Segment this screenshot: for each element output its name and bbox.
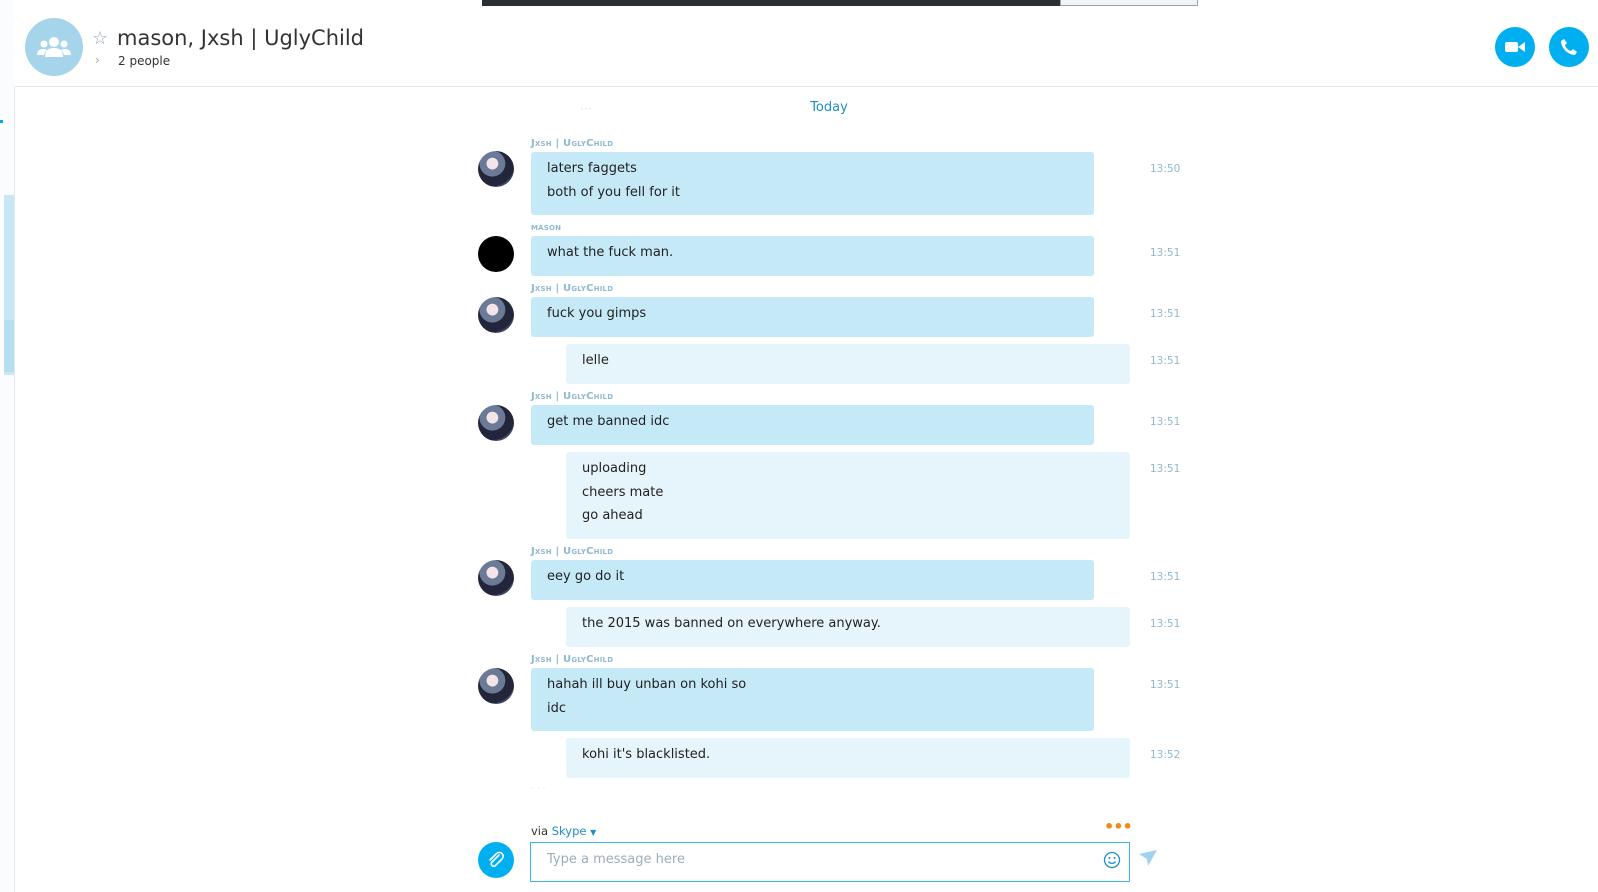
message-sender: Jxsh | UglyChild [531, 138, 614, 149]
faded-sender-label: · · · [531, 784, 546, 794]
date-divider: Today [810, 100, 848, 115]
incoming-message-bubble[interactable]: get me banned idc [531, 405, 1094, 445]
message-sender: Jxsh | UglyChild [531, 546, 614, 557]
message-timestamp: 13:51 [1150, 679, 1181, 691]
message-text: hahah ill buy unban on kohi so [547, 677, 747, 692]
message-text: get me banned idc [547, 414, 670, 429]
message-timestamp: 13:52 [1150, 749, 1181, 761]
emoji-icon[interactable] [1103, 851, 1121, 869]
message-text: idc [547, 700, 567, 716]
video-preview-bar[interactable] [482, 0, 1060, 6]
message-text: lelle [582, 353, 609, 368]
message-timestamp: 13:51 [1150, 571, 1181, 583]
message-input[interactable] [545, 851, 1089, 868]
sender-avatar[interactable] [478, 151, 514, 187]
dropdown-caret-icon: ▼ [590, 828, 597, 837]
sender-avatar[interactable] [478, 297, 514, 333]
group-avatar-icon [37, 37, 71, 57]
message-timestamp: 13:51 [1150, 416, 1181, 428]
message-text: what the fuck man. [547, 245, 674, 260]
participants-count[interactable]: 2 people [118, 54, 170, 68]
message-input-box [530, 842, 1130, 882]
message-timestamp: 13:51 [1150, 308, 1181, 320]
via-label: via Skype ▼ [531, 824, 597, 838]
message-timestamp: 13:50 [1150, 163, 1181, 175]
sender-avatar[interactable] [478, 668, 514, 704]
outgoing-message-bubble[interactable]: kohi it's blacklisted. [566, 738, 1130, 778]
send-icon[interactable] [1139, 850, 1157, 866]
conversation-header: ☆ mason, Jxsh | UglyChild › 2 people [14, 8, 1598, 87]
message-text: the 2015 was banned on everywhere anyway… [582, 616, 881, 631]
incoming-message-bubble[interactable]: what the fuck man. [531, 236, 1094, 276]
message-timestamp: 13:51 [1150, 618, 1181, 630]
incoming-message-bubble[interactable]: hahah ill buy unban on kohi so idc [531, 668, 1094, 731]
incoming-message-bubble[interactable]: eey go do it [531, 560, 1094, 600]
outgoing-message-bubble[interactable]: uploading cheers mate go ahead [566, 452, 1130, 539]
message-text: uploading [582, 461, 647, 476]
attach-button[interactable] [478, 842, 514, 878]
message-text: both of you fell for it [547, 184, 681, 200]
more-dots-icon[interactable]: ••• [1104, 817, 1133, 836]
message-text: eey go do it [547, 569, 625, 584]
sender-avatar[interactable] [478, 405, 514, 441]
message-timestamp: 13:51 [1150, 247, 1181, 259]
outgoing-message-bubble[interactable]: lelle [566, 344, 1130, 384]
message-text: kohi it's blacklisted. [582, 747, 711, 762]
message-sender: mason [531, 222, 562, 233]
incoming-message-bubble[interactable]: laters faggets both of you fell for it [531, 152, 1094, 215]
message-sender: Jxsh | UglyChild [531, 391, 614, 402]
via-service-selector[interactable]: Skype ▼ [552, 824, 597, 838]
left-sidebar-edge [0, 0, 15, 892]
conversation-title: mason, Jxsh | UglyChild [117, 26, 365, 50]
group-avatar[interactable] [25, 18, 83, 76]
sender-avatar[interactable] [478, 560, 514, 596]
message-sender: Jxsh | UglyChild [531, 283, 614, 294]
outgoing-message-bubble[interactable]: the 2015 was banned on everywhere anyway… [566, 607, 1130, 647]
message-text: go ahead [582, 508, 643, 523]
video-call-icon [1505, 42, 1525, 52]
message-timestamp: 13:51 [1150, 463, 1181, 475]
chevron-right-icon[interactable]: › [95, 53, 100, 67]
phone-call-button[interactable] [1549, 27, 1589, 67]
incoming-message-bubble[interactable]: fuck you gimps [531, 297, 1094, 337]
video-preview-tail [1060, 0, 1198, 6]
sidebar-selected-item[interactable] [4, 320, 14, 372]
message-timestamp: 13:51 [1150, 355, 1181, 367]
message-sender: Jxsh | UglyChild [531, 654, 614, 665]
paperclip-icon [489, 851, 504, 868]
phone-call-icon [1561, 39, 1577, 55]
message-text: cheers mate [582, 484, 664, 500]
message-text: fuck you gimps [547, 306, 647, 321]
sender-avatar[interactable] [478, 236, 514, 272]
star-icon[interactable]: ☆ [92, 28, 108, 49]
message-text: laters faggets [547, 161, 637, 176]
sidebar-indicator [0, 120, 3, 123]
video-call-button[interactable] [1495, 27, 1535, 67]
